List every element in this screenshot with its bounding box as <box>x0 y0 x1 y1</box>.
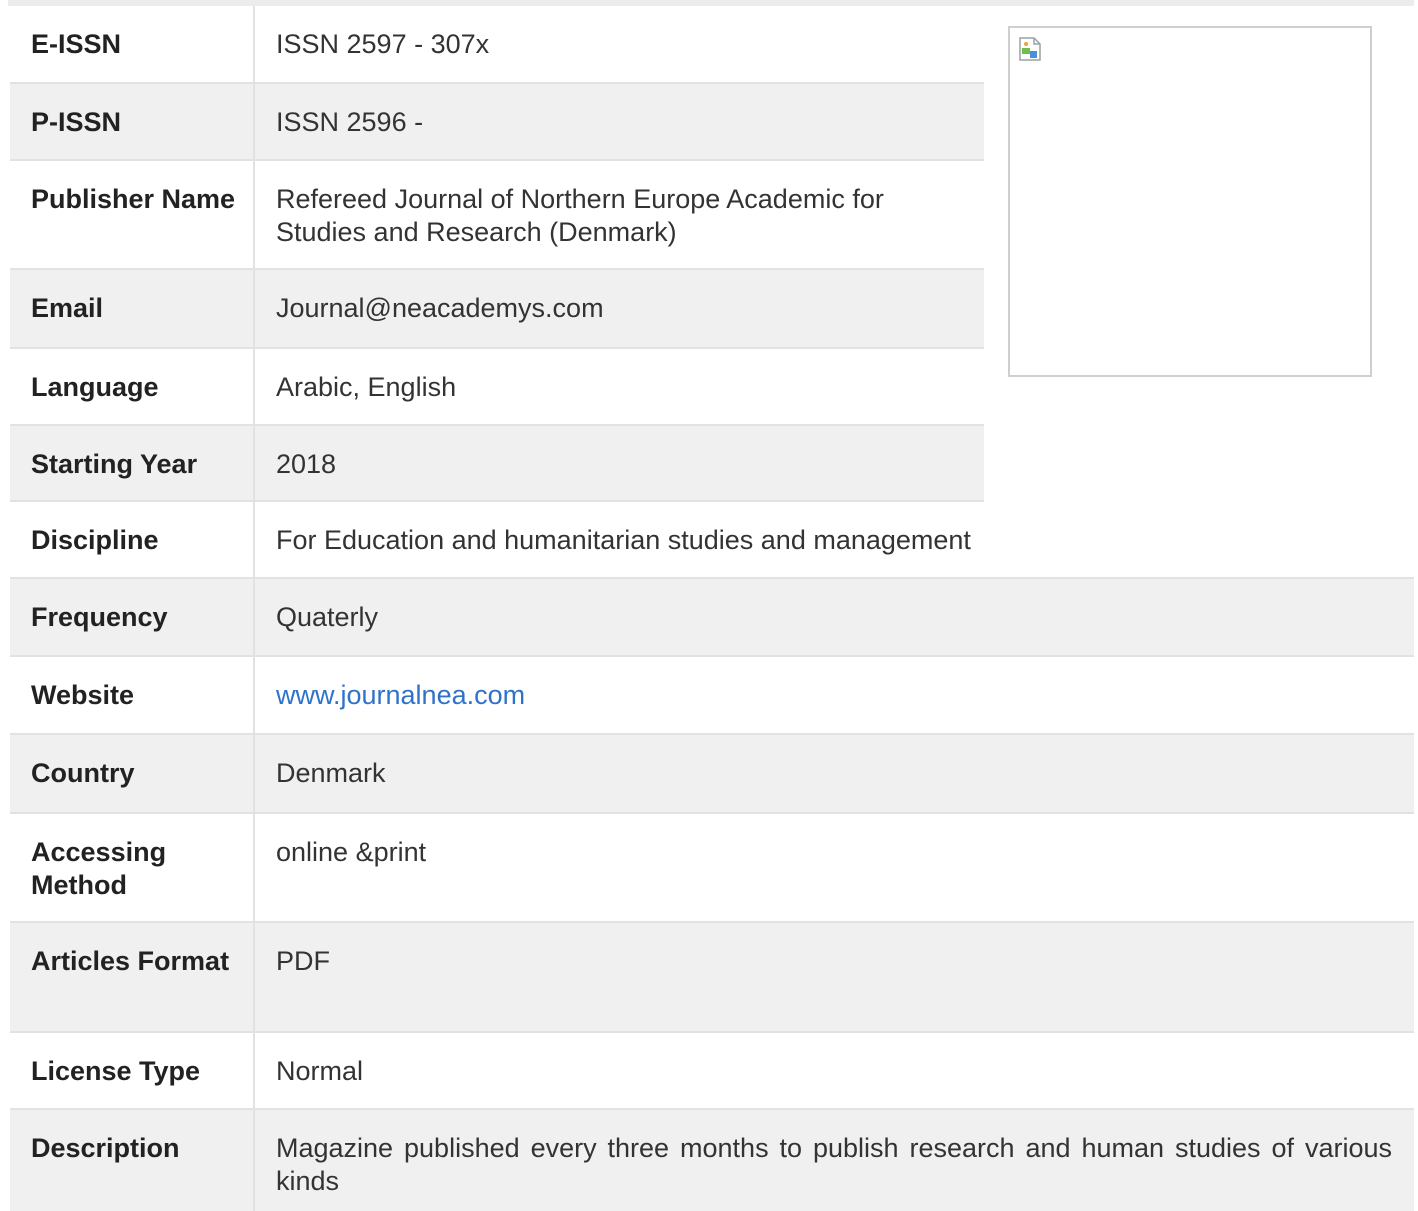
row-label: Country <box>10 735 255 812</box>
table-row-discipline: Discipline For Education and humanitaria… <box>10 502 1414 579</box>
row-value: Quaterly <box>276 602 379 632</box>
row-label: E-ISSN <box>10 6 255 82</box>
row-label: Frequency <box>10 579 255 655</box>
row-label: Publisher Name <box>10 161 255 268</box>
row-value: Journal@neacademys.com <box>276 293 604 323</box>
table-row-articles-format: Articles Format PDF <box>10 923 1414 1033</box>
row-label: Email <box>10 270 255 347</box>
table-row-language: Language Arabic, English <box>10 349 984 426</box>
row-value: ISSN 2596 - <box>276 107 424 137</box>
table-row-e-issn: E-ISSN ISSN 2597 - 307x <box>10 6 984 84</box>
row-label: Description <box>10 1110 255 1211</box>
table-row-accessing-method: Accessing Method online &print <box>10 814 1414 923</box>
row-label: Accessing Method <box>10 814 255 921</box>
row-label: Website <box>10 657 255 733</box>
row-value: 2018 <box>276 449 337 479</box>
row-label: P-ISSN <box>10 84 255 159</box>
row-value: online &print <box>276 837 427 867</box>
row-value: Magazine published every three months to… <box>276 1133 1392 1196</box>
journal-info-page: E-ISSN ISSN 2597 - 307x P-ISSN ISSN 2596… <box>0 0 1418 1211</box>
row-value: ISSN 2597 - 307x <box>276 29 490 59</box>
row-label: License Type <box>10 1033 255 1108</box>
row-label: Language <box>10 349 255 424</box>
table-row-license-type: License Type Normal <box>10 1033 1414 1110</box>
journal-cover-image <box>1008 26 1372 377</box>
cover-image-cell <box>986 6 1414 500</box>
row-label: Starting Year <box>10 426 255 500</box>
table-row-description: Description Magazine published every thr… <box>10 1110 1414 1211</box>
table-row-p-issn: P-ISSN ISSN 2596 - <box>10 84 984 161</box>
row-value: Normal <box>276 1056 364 1086</box>
table-row-starting-year: Starting Year 2018 <box>10 426 984 502</box>
table-row-email: Email Journal@neacademys.com <box>10 270 984 349</box>
row-value: Denmark <box>276 758 386 788</box>
row-value: Refereed Journal of Northern Europe Acad… <box>276 184 884 247</box>
row-label: Discipline <box>10 502 255 577</box>
table-row-publisher-name: Publisher Name Refereed Journal of North… <box>10 161 984 270</box>
table-row-website: Website www.journalnea.com <box>10 657 1414 735</box>
row-label: Articles Format <box>10 923 255 1031</box>
row-value-cell: www.journalnea.com <box>255 657 1414 733</box>
row-value: For Education and humanitarian studies a… <box>276 525 971 555</box>
table-row-country: Country Denmark <box>10 735 1414 814</box>
broken-image-icon <box>1019 37 1041 61</box>
table-row-frequency: Frequency Quaterly <box>10 579 1414 657</box>
row-value: PDF <box>276 946 330 976</box>
website-link[interactable]: www.journalnea.com <box>276 680 525 710</box>
row-value: Arabic, English <box>276 372 457 402</box>
